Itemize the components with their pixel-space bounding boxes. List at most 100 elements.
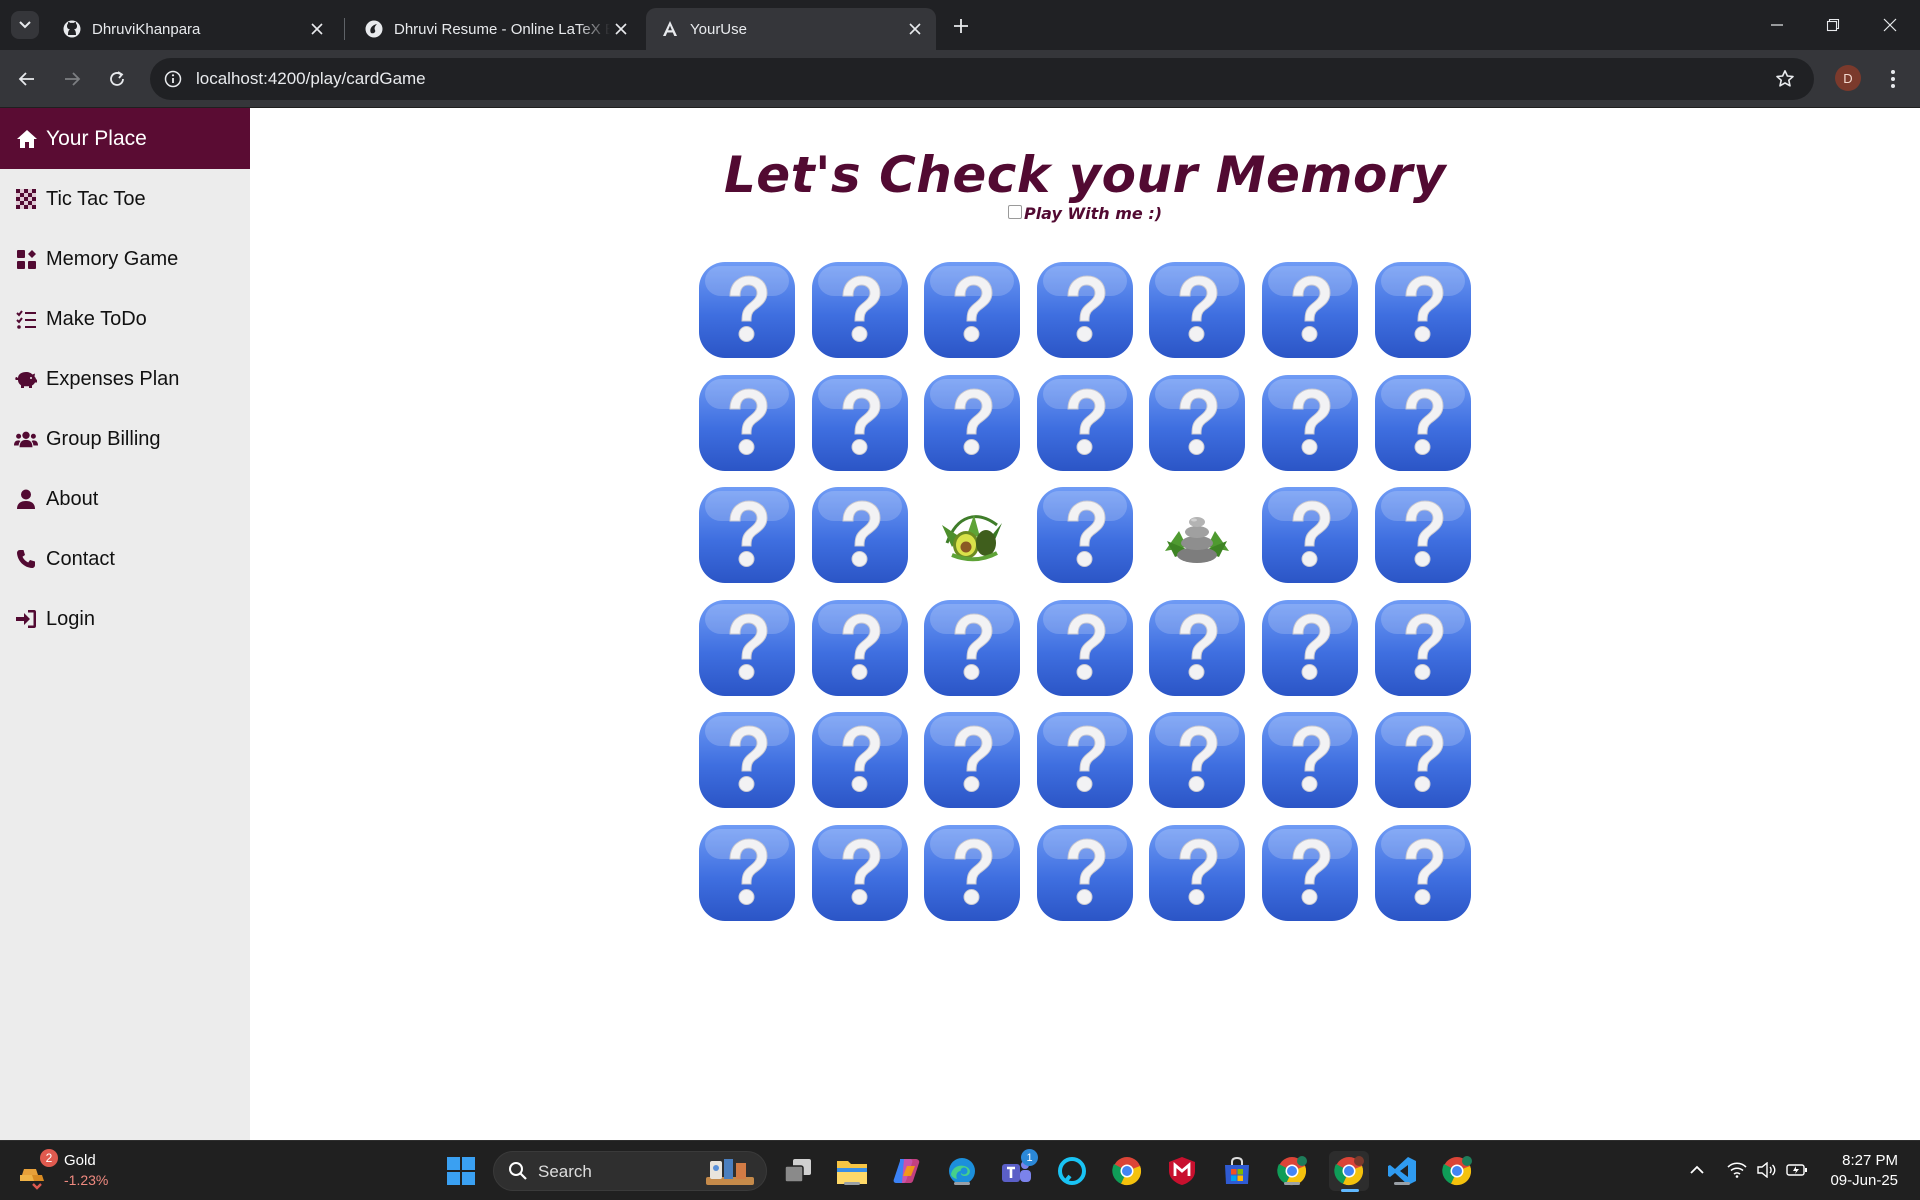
sidebar-item-about[interactable]: About	[0, 469, 250, 529]
memory-card-hidden[interactable]	[1260, 598, 1360, 698]
sidebar-item-make-todo[interactable]: Make ToDo	[0, 289, 250, 349]
sidebar-item-expenses-plan[interactable]: Expenses Plan	[0, 349, 250, 409]
widgets-button[interactable]: 2 Gold -1.23%	[20, 1149, 140, 1193]
teams-icon[interactable]: 1	[999, 1149, 1038, 1189]
restore-icon[interactable]	[1818, 10, 1848, 40]
sidebar-item-group-billing[interactable]: Group Billing	[0, 409, 250, 469]
wifi-icon[interactable]	[1726, 1159, 1748, 1181]
memory-card-hidden[interactable]	[810, 710, 910, 810]
edge-icon[interactable]	[944, 1153, 980, 1189]
memory-card-hidden[interactable]	[1147, 710, 1247, 810]
memory-card-hidden[interactable]	[697, 710, 797, 810]
close-tab-icon[interactable]	[610, 18, 632, 40]
close-tab-icon[interactable]	[306, 18, 328, 40]
menu-kebab-icon[interactable]	[1880, 64, 1906, 94]
vscode-icon[interactable]	[1384, 1153, 1420, 1189]
file-explorer-icon[interactable]	[834, 1153, 870, 1189]
memory-card-hidden[interactable]	[1035, 598, 1135, 698]
question-mark-icon	[924, 599, 1021, 696]
memory-card-hidden[interactable]	[697, 823, 797, 923]
memory-card-hidden[interactable]	[1373, 598, 1473, 698]
close-window-icon[interactable]	[1875, 10, 1905, 40]
question-mark-icon	[924, 712, 1021, 809]
memory-card-hidden[interactable]	[1260, 710, 1360, 810]
sidebar-item-memory-game[interactable]: Memory Game	[0, 229, 250, 289]
tab-search-button[interactable]	[11, 11, 39, 39]
memory-card-hidden[interactable]	[810, 823, 910, 923]
memory-card-hidden[interactable]	[1147, 260, 1247, 360]
brand-link[interactable]: Your Place	[0, 108, 250, 169]
memory-card-hidden[interactable]	[697, 260, 797, 360]
sidebar-item-tic-tac-toe[interactable]: Tic Tac Toe	[0, 169, 250, 229]
url-text[interactable]: localhost:4200/play/cardGame	[196, 69, 426, 89]
memory-card-hidden[interactable]	[1035, 260, 1135, 360]
memory-card-hidden[interactable]	[1035, 485, 1135, 585]
memory-card-revealed-avocado[interactable]	[922, 485, 1022, 585]
tab-title: DhruviKhanpara	[92, 20, 201, 38]
memory-card-hidden[interactable]	[922, 823, 1022, 923]
sidebar-item-label: Tic Tac Toe	[46, 187, 146, 210]
memory-card-hidden[interactable]	[810, 598, 910, 698]
memory-card-hidden[interactable]	[1260, 260, 1360, 360]
play-with-me-toggle[interactable]: Play With me :)	[250, 204, 1920, 223]
profile-avatar[interactable]: D	[1835, 65, 1861, 91]
memory-card-hidden[interactable]	[1147, 598, 1247, 698]
volume-icon[interactable]	[1756, 1159, 1778, 1181]
windows-start-icon[interactable]	[443, 1153, 479, 1189]
chrome-active-icon[interactable]	[1329, 1151, 1369, 1192]
memory-card-hidden[interactable]	[1147, 823, 1247, 923]
sidebar-item-login[interactable]: Login	[0, 589, 250, 649]
system-clock[interactable]: 8:27 PM 09-Jun-25	[1830, 1151, 1898, 1191]
browser-tab-github[interactable]: DhruviKhanpara	[48, 8, 338, 50]
new-tab-icon[interactable]	[948, 13, 974, 39]
reload-icon[interactable]	[102, 64, 132, 94]
browser-tab-yourUse[interactable]: YourUse	[646, 8, 936, 50]
memory-card-hidden[interactable]	[1260, 373, 1360, 473]
memory-card-hidden[interactable]	[1373, 710, 1473, 810]
memory-card-hidden[interactable]	[810, 485, 910, 585]
memory-card-hidden[interactable]	[1260, 485, 1360, 585]
memory-card-hidden[interactable]	[922, 710, 1022, 810]
microsoft-store-icon[interactable]	[1219, 1153, 1255, 1189]
close-tab-icon[interactable]	[904, 18, 926, 40]
site-info-icon[interactable]	[162, 68, 184, 90]
address-bar[interactable]: localhost:4200/play/cardGame	[150, 58, 1814, 100]
memory-card-hidden[interactable]	[810, 260, 910, 360]
play-with-me-checkbox[interactable]	[1007, 204, 1022, 219]
back-arrow-icon[interactable]	[12, 64, 42, 94]
taskbar-search[interactable]: Search	[493, 1151, 767, 1191]
minimize-icon[interactable]	[1762, 10, 1792, 40]
bookmark-star-icon[interactable]	[1774, 68, 1796, 90]
forward-arrow-icon[interactable]	[57, 64, 87, 94]
widget-badge: 2	[40, 1149, 58, 1167]
chrome-profile-2-icon[interactable]	[1439, 1153, 1475, 1189]
sidebar-item-contact[interactable]: Contact	[0, 529, 250, 589]
memory-card-hidden[interactable]	[697, 485, 797, 585]
memory-card-revealed-zen-stones[interactable]	[1147, 485, 1247, 585]
memory-card-hidden[interactable]	[697, 598, 797, 698]
memory-card-hidden[interactable]	[1373, 485, 1473, 585]
memory-card-hidden[interactable]	[1035, 823, 1135, 923]
memory-card-hidden[interactable]	[922, 373, 1022, 473]
memory-card-hidden[interactable]	[1373, 373, 1473, 473]
task-view-icon[interactable]	[780, 1153, 816, 1189]
memory-card-hidden[interactable]	[922, 260, 1022, 360]
chrome-icon[interactable]	[1109, 1153, 1145, 1189]
question-mark-icon	[1149, 262, 1246, 358]
copilot-icon[interactable]	[889, 1153, 925, 1189]
battery-icon[interactable]	[1786, 1159, 1808, 1181]
memory-card-hidden[interactable]	[1373, 260, 1473, 360]
memory-card-hidden[interactable]	[1035, 710, 1135, 810]
memory-card-hidden[interactable]	[1373, 823, 1473, 923]
chrome-profile-icon[interactable]	[1274, 1153, 1310, 1189]
memory-card-hidden[interactable]	[810, 373, 910, 473]
memory-card-hidden[interactable]	[922, 598, 1022, 698]
memory-card-hidden[interactable]	[697, 373, 797, 473]
alexa-icon[interactable]	[1054, 1153, 1090, 1189]
browser-tab-overleaf[interactable]: Dhruvi Resume - Online LaTeX E	[350, 8, 642, 50]
memory-card-hidden[interactable]	[1035, 373, 1135, 473]
memory-card-hidden[interactable]	[1147, 373, 1247, 473]
memory-card-hidden[interactable]	[1260, 823, 1360, 923]
chevron-up-icon[interactable]	[1686, 1159, 1708, 1181]
mcafee-icon[interactable]	[1164, 1153, 1200, 1189]
